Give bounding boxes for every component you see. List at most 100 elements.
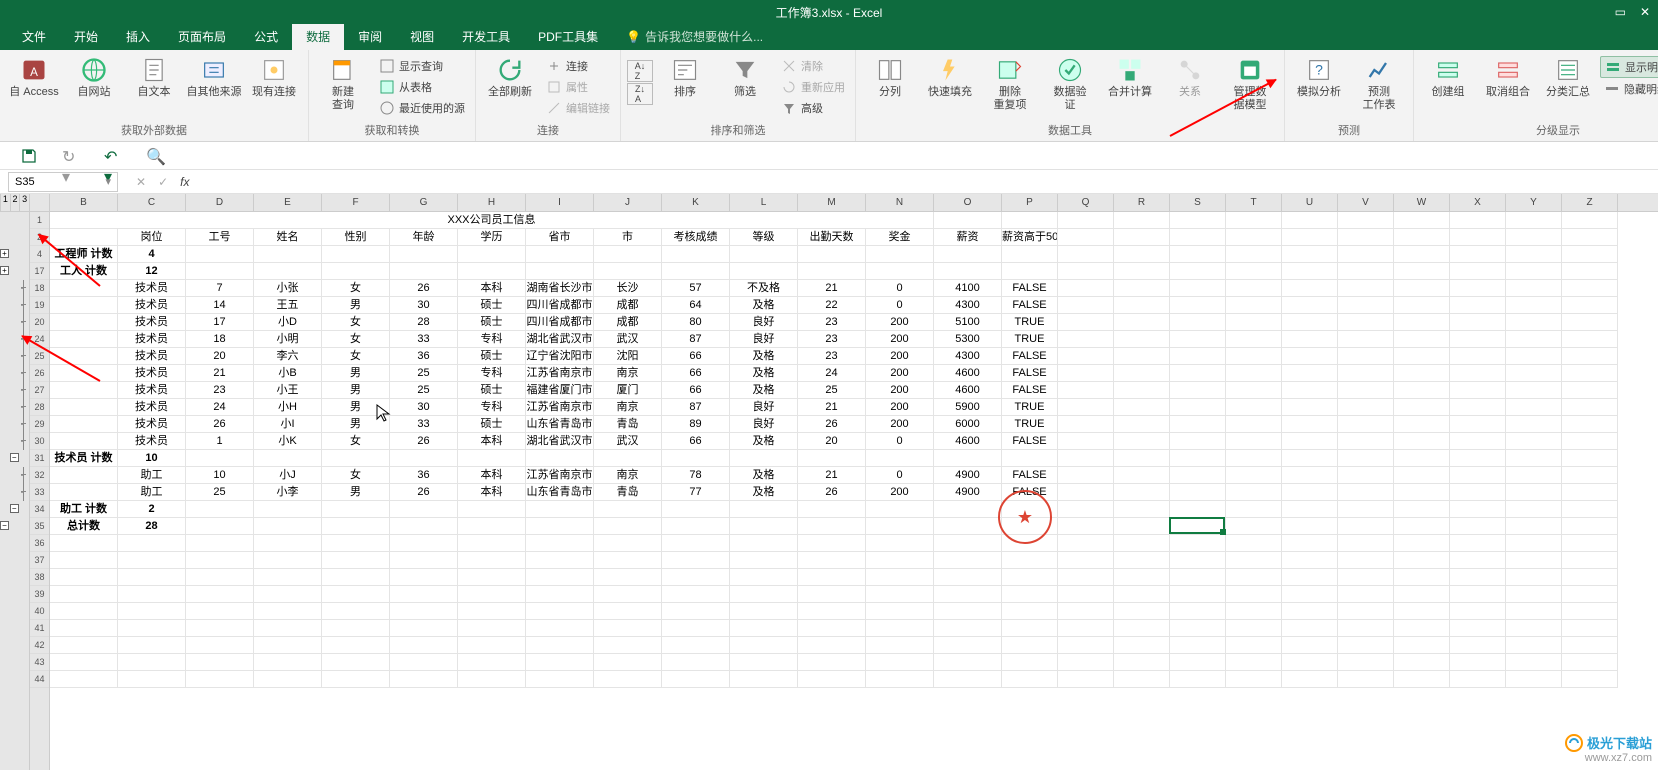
from-access-button[interactable]: A自 Access [6, 52, 62, 99]
tab-view[interactable]: 视图 [396, 23, 448, 50]
flash-fill-button[interactable]: 快速填充 [922, 52, 978, 99]
group-label: 预测 [1291, 120, 1407, 141]
recent-icon [379, 100, 395, 116]
group-outline: 创建组 取消组合 分类汇总 显示明细数据 隐藏明细数据 分级显示 [1414, 50, 1658, 141]
consolidate-button[interactable]: 合并计算 [1102, 52, 1158, 99]
group-icon [1434, 56, 1462, 84]
remove-duplicates-button[interactable]: 删除 重复项 [982, 52, 1038, 112]
from-other-button[interactable]: 自其他来源 [186, 52, 242, 99]
advanced-icon [781, 100, 797, 116]
props-icon [546, 79, 562, 95]
from-table-button[interactable]: 从表格 [375, 77, 469, 97]
from-text-button[interactable]: 自文本 [126, 52, 182, 99]
ungroup-icon [1494, 56, 1522, 84]
print-preview-icon[interactable]: 🔍 [146, 147, 164, 165]
undo-icon[interactable]: ↶ ▾ [104, 147, 122, 165]
tab-pagelayout[interactable]: 页面布局 [164, 23, 240, 50]
edit-links-button[interactable]: 编辑链接 [542, 98, 614, 118]
from-table-icon [379, 79, 395, 95]
reapply-icon [781, 79, 797, 95]
worksheet-area: 123 ++−−− 124171819202425262728293031323… [0, 194, 1658, 770]
whatif-icon: ? [1305, 56, 1333, 84]
grid[interactable]: BCDEFGHIJKLMNOPQRSTUVWXYZ XXX公司员工信息岗位工号姓… [50, 194, 1658, 770]
advanced-filter-button[interactable]: 高级 [777, 98, 849, 118]
other-source-icon [200, 56, 228, 84]
group-label: 连接 [482, 120, 614, 141]
group-label: 排序和筛选 [627, 120, 849, 141]
tab-formulas[interactable]: 公式 [240, 23, 292, 50]
tell-me[interactable]: 💡 告诉我您想要做什么... [612, 23, 777, 50]
show-queries-icon [379, 58, 395, 74]
svg-text:A: A [30, 66, 38, 79]
properties-button[interactable]: 属性 [542, 77, 614, 97]
formula-bar: S35 ▾ ✕ ✓ fx [0, 170, 1658, 194]
confirm-icon[interactable]: ✓ [158, 175, 168, 189]
group-get-transform: 新建 查询 显示查询 从表格 最近使用的源 获取和转换 [309, 50, 476, 141]
removedup-icon [996, 56, 1024, 84]
cursor-icon [376, 404, 392, 424]
recent-sources-button[interactable]: 最近使用的源 [375, 98, 469, 118]
tab-review[interactable]: 审阅 [344, 23, 396, 50]
subtotal-icon [1554, 56, 1582, 84]
quick-access-toolbar: ↻ ▾ ↶ ▾ 🔍 [0, 142, 1658, 170]
tab-data[interactable]: 数据 [292, 23, 344, 50]
menu-bar: 文件 开始 插入 页面布局 公式 数据 审阅 视图 开发工具 PDF工具集 💡 … [0, 24, 1658, 50]
column-headers[interactable]: BCDEFGHIJKLMNOPQRSTUVWXYZ [50, 194, 1658, 212]
outline-pane[interactable]: 123 ++−−− [0, 194, 30, 770]
clear-filter-button[interactable]: 清除 [777, 56, 849, 76]
relation-icon [1176, 56, 1204, 84]
fx-icon[interactable]: fx [180, 175, 189, 189]
from-web-button[interactable]: 自网站 [66, 52, 122, 99]
datamodel-icon [1236, 56, 1264, 84]
show-queries-button[interactable]: 显示查询 [375, 56, 469, 76]
redo-icon[interactable]: ↻ ▾ [62, 147, 80, 165]
formula-input[interactable] [199, 172, 1658, 192]
what-if-button[interactable]: ?模拟分析 [1291, 52, 1347, 99]
relationships-button[interactable]: 关系 [1162, 52, 1218, 99]
new-query-icon [329, 56, 357, 84]
connections-button[interactable]: 连接 [542, 56, 614, 76]
existing-conn-button[interactable]: 现有连接 [246, 52, 302, 99]
cancel-icon[interactable]: ✕ [136, 175, 146, 189]
sort-asc-button[interactable]: A↓Z [627, 60, 653, 82]
text-to-columns-button[interactable]: 分列 [862, 52, 918, 99]
forecast-sheet-button[interactable]: 预测 工作表 [1351, 52, 1407, 112]
conn-icon [546, 58, 562, 74]
group-sort-filter: A↓Z Z↓A 排序 筛选 清除 重新应用 高级 排序和筛选 [621, 50, 856, 141]
watermark: 极光下载站 www.xz7.com [1565, 733, 1652, 764]
ttc-icon [876, 56, 904, 84]
sort-button[interactable]: 排序 [657, 52, 713, 99]
group-connections: 全部刷新 连接 属性 编辑链接 连接 [476, 50, 621, 141]
group-data-tools: 分列 快速填充 删除 重复项 数据验 证 合并计算 关系 管理数 据模型 数据工… [856, 50, 1285, 141]
ungroup-button[interactable]: 取消组合 [1480, 52, 1536, 99]
save-icon[interactable] [20, 147, 38, 165]
sort-icon [671, 56, 699, 84]
row-headers[interactable]: 1241718192024252627282930313233343536373… [30, 194, 50, 770]
subtotal-button[interactable]: 分类汇总 [1540, 52, 1596, 99]
group-label: 数据工具 [862, 120, 1278, 141]
reapply-button[interactable]: 重新应用 [777, 77, 849, 97]
data-validation-button[interactable]: 数据验 证 [1042, 52, 1098, 112]
tab-home[interactable]: 开始 [60, 23, 112, 50]
group-external-data: A自 Access 自网站 自文本 自其他来源 现有连接 获取外部数据 [0, 50, 309, 141]
window-restore-icon[interactable]: ▭ [1615, 5, 1626, 19]
group-button[interactable]: 创建组 [1420, 52, 1476, 99]
refresh-all-button[interactable]: 全部刷新 [482, 52, 538, 99]
group-label: 获取和转换 [315, 120, 469, 141]
chevron-down-icon[interactable]: ▾ [105, 175, 111, 188]
hide-detail-button[interactable]: 隐藏明细数据 [1600, 79, 1658, 99]
sort-az-icon: A↓Z [635, 61, 646, 81]
refresh-icon [496, 56, 524, 84]
sort-desc-button[interactable]: Z↓A [627, 83, 653, 105]
show-detail-button[interactable]: 显示明细数据 [1600, 56, 1658, 78]
tab-developer[interactable]: 开发工具 [448, 23, 524, 50]
new-query-button[interactable]: 新建 查询 [315, 52, 371, 112]
tab-file[interactable]: 文件 [8, 23, 60, 50]
filter-icon [731, 56, 759, 84]
filter-button[interactable]: 筛选 [717, 52, 773, 99]
name-box[interactable]: S35 ▾ [8, 172, 118, 192]
window-close-icon[interactable]: ✕ [1640, 5, 1650, 19]
tab-pdf[interactable]: PDF工具集 [524, 23, 612, 50]
ribbon: A自 Access 自网站 自文本 自其他来源 现有连接 获取外部数据 新建 查… [0, 50, 1658, 142]
tab-insert[interactable]: 插入 [112, 23, 164, 50]
